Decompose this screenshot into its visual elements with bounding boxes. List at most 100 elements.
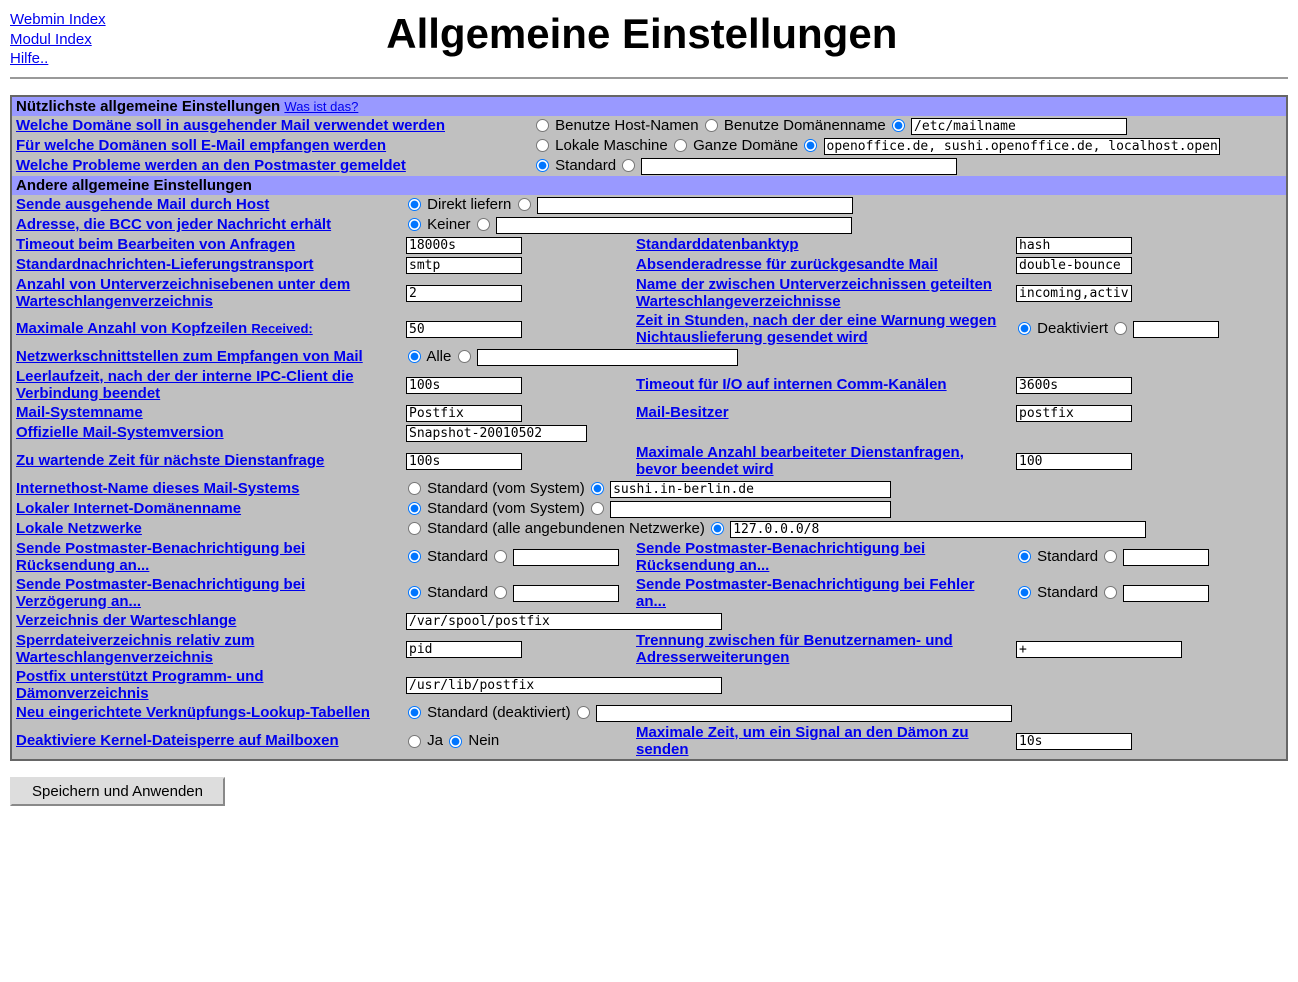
hash-queue-depth-label[interactable]: Anzahl von Unterverzeichnisebenen unter … (16, 276, 350, 310)
process-id-dir-input[interactable] (406, 641, 522, 658)
alias-maps-input[interactable] (596, 705, 1012, 722)
mynetworks-custom-radio[interactable] (711, 522, 724, 535)
inet-interfaces-input[interactable] (477, 349, 738, 366)
error-notice-label[interactable]: Sende Postmaster-Benachrichtigung bei Fe… (636, 576, 974, 610)
outgoing-domain-hostname-radio[interactable] (536, 119, 549, 132)
mynetworks-label[interactable]: Lokale Netzwerke (16, 520, 142, 537)
inet-interfaces-custom-radio[interactable] (458, 350, 471, 363)
program-dir-input[interactable] (406, 677, 722, 694)
delay-warning-input[interactable] (1133, 321, 1219, 338)
default-transport-input[interactable] (406, 257, 522, 274)
recipient-delimiter-input[interactable] (1016, 641, 1182, 658)
bounce-notice-1-input[interactable] (513, 549, 619, 566)
outgoing-domain-label[interactable]: Welche Domäne soll in ausgehender Mail v… (16, 117, 445, 134)
what-is-this-link[interactable]: Was ist das? (284, 99, 358, 114)
daemon-timeout-input[interactable] (1016, 733, 1132, 750)
delay-notice-label[interactable]: Sende Postmaster-Benachrichtigung bei Ve… (16, 576, 305, 610)
ipc-timeout-label[interactable]: Timeout für I/O auf internen Comm-Kanäle… (636, 376, 947, 393)
delay-warning-disabled-radio[interactable] (1018, 322, 1031, 335)
alias-maps-label[interactable]: Neu eingerichtete Verknüpfungs-Lookup-Ta… (16, 704, 370, 721)
mydomain-label[interactable]: Lokaler Internet-Domänenname (16, 500, 241, 517)
postmaster-problems-default-radio[interactable] (536, 159, 549, 172)
mail-name-label[interactable]: Mail-Systemname (16, 404, 143, 421)
hash-queue-depth-input[interactable] (406, 285, 522, 302)
max-use-label[interactable]: Maximale Anzahl bearbeiteter Dienstanfra… (636, 444, 964, 478)
kernel-lock-yes-radio[interactable] (408, 735, 421, 748)
bounce-notice-1-label[interactable]: Sende Postmaster-Benachrichtigung bei Rü… (16, 540, 305, 574)
modul-index-link[interactable]: Modul Index (10, 30, 106, 50)
recipient-delimiter-label[interactable]: Trennung zwischen für Benutzernamen- und… (636, 632, 953, 666)
relayhost-input[interactable] (537, 197, 853, 214)
webmin-index-link[interactable]: Webmin Index (10, 10, 106, 30)
timeout-requests-label[interactable]: Timeout beim Bearbeiten von Anfragen (16, 236, 295, 253)
ipc-idle-input[interactable] (406, 377, 522, 394)
kernel-lock-no-radio[interactable] (449, 735, 462, 748)
bounce-notice-2-custom-radio[interactable] (1104, 550, 1117, 563)
error-notice-default-radio[interactable] (1018, 586, 1031, 599)
error-notice-input[interactable] (1123, 585, 1209, 602)
default-db-type-input[interactable] (1016, 237, 1132, 254)
inet-interfaces-label[interactable]: Netzwerkschnittstellen zum Empfangen von… (16, 348, 363, 365)
mail-version-label[interactable]: Offizielle Mail-Systemversion (16, 424, 224, 441)
outgoing-domain-custom-radio[interactable] (892, 119, 905, 132)
kernel-lock-label[interactable]: Deaktiviere Kernel-Dateisperre auf Mailb… (16, 732, 339, 749)
ipc-idle-label[interactable]: Leerlaufzeit, nach der der interne IPC-C… (16, 368, 354, 402)
bcc-custom-radio[interactable] (477, 218, 490, 231)
bounce-notice-1-custom-radio[interactable] (494, 550, 507, 563)
bounce-sender-input[interactable] (1016, 257, 1132, 274)
queue-dir-input[interactable] (406, 613, 722, 630)
bcc-none-radio[interactable] (408, 218, 421, 231)
hash-queue-names-label[interactable]: Name der zwischen Unterverzeichnissen ge… (636, 276, 992, 310)
receive-domains-label[interactable]: Für welche Domänen soll E-Mail empfangen… (16, 137, 386, 154)
mydomain-input[interactable] (610, 501, 891, 518)
daemon-timeout-label[interactable]: Maximale Zeit, um ein Signal an den Dämo… (636, 724, 969, 758)
alias-maps-custom-radio[interactable] (577, 706, 590, 719)
max-received-input[interactable] (406, 321, 522, 338)
mail-owner-label[interactable]: Mail-Besitzer (636, 404, 729, 421)
error-notice-custom-radio[interactable] (1104, 586, 1117, 599)
mail-owner-input[interactable] (1016, 405, 1132, 422)
max-idle-label[interactable]: Zu wartende Zeit für nächste Dienstanfra… (16, 452, 324, 469)
outgoing-domain-input[interactable] (911, 118, 1127, 135)
delay-notice-custom-radio[interactable] (494, 586, 507, 599)
timeout-requests-input[interactable] (406, 237, 522, 254)
myhostname-label[interactable]: Internethost-Name dieses Mail-Systems (16, 480, 299, 497)
max-use-input[interactable] (1016, 453, 1132, 470)
mynetworks-input[interactable] (730, 521, 1146, 538)
queue-dir-label[interactable]: Verzeichnis der Warteschlange (16, 612, 236, 629)
mydomain-custom-radio[interactable] (591, 502, 604, 515)
mynetworks-default-radio[interactable] (408, 522, 421, 535)
delay-warning-label[interactable]: Zeit in Stunden, nach der der eine Warnu… (636, 312, 996, 346)
myhostname-default-radio[interactable] (408, 482, 421, 495)
hash-queue-names-input[interactable] (1016, 285, 1132, 302)
delay-warning-custom-radio[interactable] (1114, 322, 1127, 335)
relayhost-label[interactable]: Sende ausgehende Mail durch Host (16, 196, 269, 213)
outgoing-domain-domainname-radio[interactable] (705, 119, 718, 132)
postmaster-problems-label[interactable]: Welche Probleme werden an den Postmaster… (16, 157, 406, 174)
receive-domains-local-radio[interactable] (536, 139, 549, 152)
save-apply-button[interactable]: Speichern und Anwenden (10, 777, 225, 806)
process-id-dir-label[interactable]: Sperrdateiverzeichnis relativ zum Wartes… (16, 632, 254, 666)
receive-domains-custom-radio[interactable] (804, 139, 817, 152)
myhostname-custom-radio[interactable] (591, 482, 604, 495)
max-idle-input[interactable] (406, 453, 522, 470)
bounce-notice-2-default-radio[interactable] (1018, 550, 1031, 563)
inet-interfaces-all-radio[interactable] (408, 350, 421, 363)
myhostname-input[interactable] (610, 481, 891, 498)
bounce-notice-1-default-radio[interactable] (408, 550, 421, 563)
bcc-input[interactable] (496, 217, 852, 234)
mail-name-input[interactable] (406, 405, 522, 422)
delay-notice-default-radio[interactable] (408, 586, 421, 599)
delay-notice-input[interactable] (513, 585, 619, 602)
alias-maps-default-radio[interactable] (408, 706, 421, 719)
ipc-timeout-input[interactable] (1016, 377, 1132, 394)
mail-version-input[interactable] (406, 425, 587, 442)
relayhost-custom-radio[interactable] (518, 198, 531, 211)
hilfe-link[interactable]: Hilfe.. (10, 49, 106, 69)
bcc-address-label[interactable]: Adresse, die BCC von jeder Nachricht erh… (16, 216, 331, 233)
max-received-label[interactable]: Maximale Anzahl von Kopfzeilen Received: (16, 320, 313, 337)
bounce-notice-2-input[interactable] (1123, 549, 1209, 566)
bounce-sender-label[interactable]: Absenderadresse für zurückgesandte Mail (636, 256, 938, 273)
postmaster-problems-custom-radio[interactable] (622, 159, 635, 172)
bounce-notice-2-label[interactable]: Sende Postmaster-Benachrichtigung bei Rü… (636, 540, 925, 574)
